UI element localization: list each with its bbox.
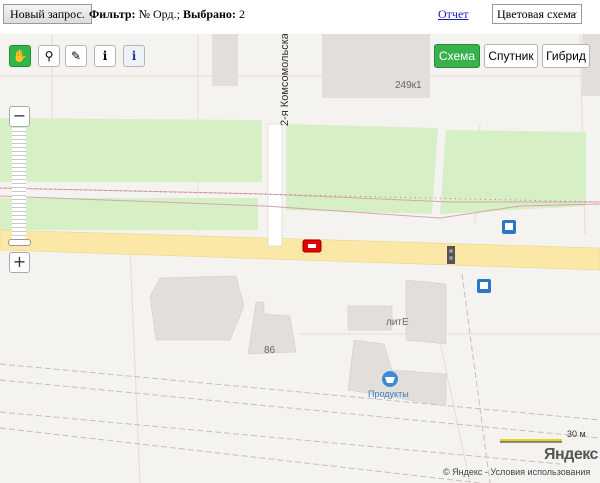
grocery-basket-icon: [382, 371, 398, 387]
yandex-logo[interactable]: Яндекс: [544, 446, 598, 464]
building-label-86: 86: [264, 345, 276, 356]
magnifier-icon: ⚲: [44, 49, 54, 63]
toolbar: Новый запрос. Фильтр: № Орд.; Выбрано: 2…: [0, 0, 600, 34]
poi-label-grocery[interactable]: Продукты: [368, 389, 409, 399]
side-street: [267, 123, 283, 247]
copyright-text[interactable]: © Яндекс - Условия использования: [443, 467, 590, 477]
main-road: [0, 229, 600, 271]
color-scheme-select[interactable]: Цветовая схема ⌵: [492, 4, 582, 24]
building-label-lite: литЕ: [386, 317, 409, 328]
map-type-scheme-button[interactable]: Схема: [434, 44, 480, 68]
filter-label: Фильтр:: [89, 7, 136, 21]
filter-status: Фильтр: № Орд.; Выбрано: 2: [89, 7, 245, 22]
selected-label: Выбрано:: [182, 7, 236, 21]
zoom-in-button[interactable]: +: [9, 252, 30, 273]
map-type-hybrid-button[interactable]: Гибрид: [542, 44, 590, 68]
map-canvas[interactable]: 2-я Комсомольская ул. 249к1 86 литЕ Прод…: [0, 34, 600, 483]
street-label: 2-я Комсомольская ул.: [279, 34, 291, 126]
info-tool-alt[interactable]: i: [123, 45, 145, 67]
info-tool[interactable]: i: [94, 45, 116, 67]
color-scheme-value: Цветовая схема: [497, 7, 577, 21]
scale-label: 30 м: [567, 429, 586, 439]
info-icon: i: [131, 49, 137, 63]
chevron-down-icon: ⌵: [569, 8, 577, 19]
ruler-icon: ✎: [70, 49, 82, 63]
zoom-area-tool[interactable]: ⚲: [38, 45, 60, 67]
report-link[interactable]: Отчет: [438, 7, 469, 22]
rail-tracks: [0, 273, 600, 483]
zoom-slider-thumb[interactable]: [8, 239, 31, 246]
zoom-out-button[interactable]: −: [9, 106, 30, 127]
map-type-satellite-button[interactable]: Спутник: [484, 44, 538, 68]
new-query-button[interactable]: Новый запрос.: [3, 4, 92, 24]
selected-count: 2: [238, 7, 245, 21]
info-icon: i: [102, 49, 108, 63]
hand-icon: ✋: [12, 49, 28, 63]
hand-tool[interactable]: ✋: [9, 45, 31, 67]
filter-value: № Орд.;: [138, 7, 180, 21]
ruler-tool[interactable]: ✎: [65, 45, 87, 67]
traffic-light-icon: [447, 246, 455, 264]
building-label-249k1: 249к1: [395, 80, 422, 91]
park-areas: [0, 118, 586, 230]
tram-stop-icon: [502, 220, 516, 234]
map-drawing: [0, 34, 600, 483]
tram-stop-icon: [477, 279, 491, 293]
zoom-slider-track[interactable]: [12, 128, 26, 242]
buildings-south: [149, 275, 447, 407]
